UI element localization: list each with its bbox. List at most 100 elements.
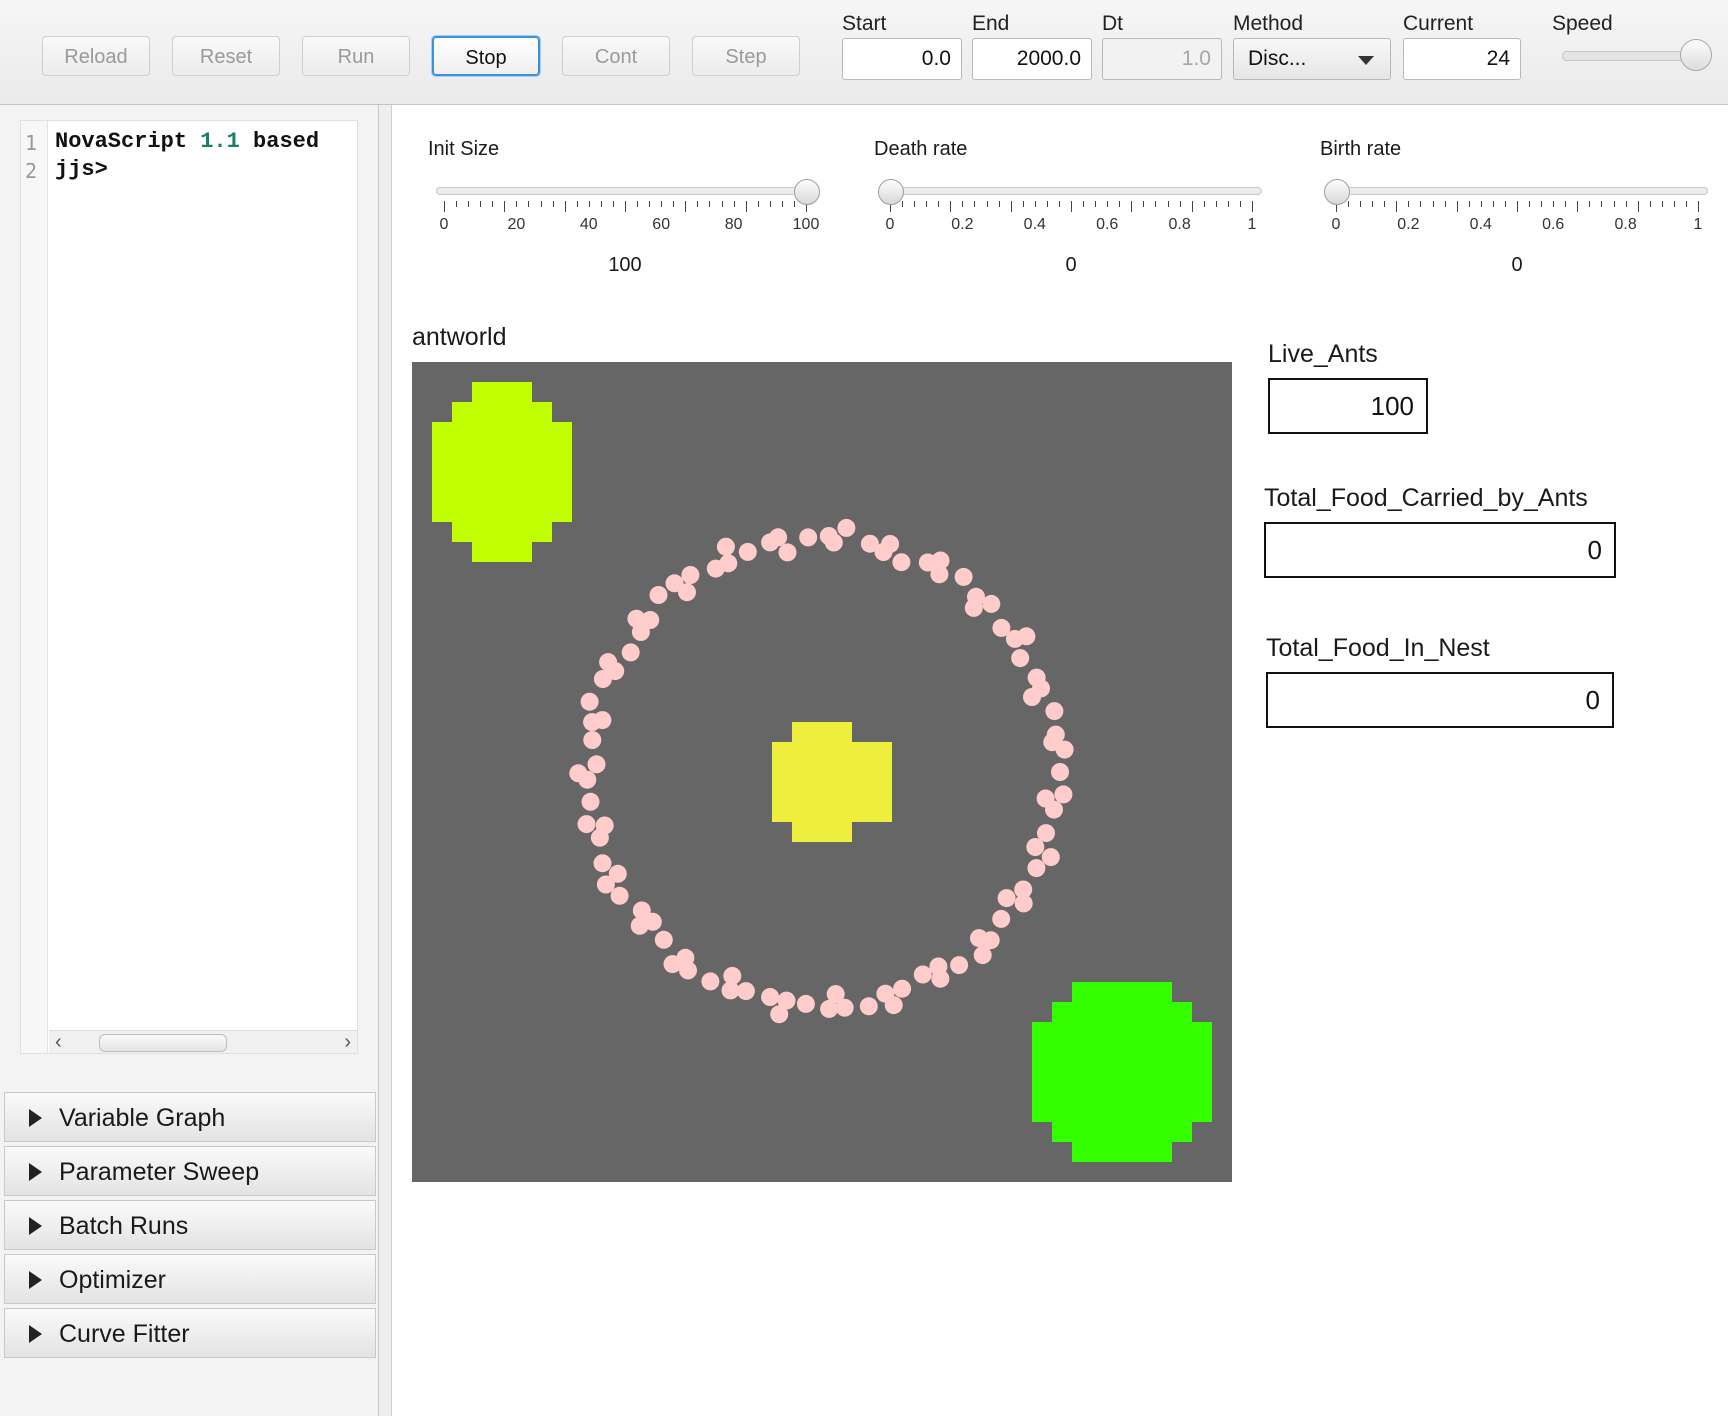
method-select[interactable]: Disc...: [1233, 38, 1391, 80]
slider-tick-label: 0: [885, 216, 895, 233]
slider-tick-label: 0.6: [1542, 216, 1565, 233]
ant: [1055, 740, 1074, 759]
scrollbar-thumb[interactable]: [99, 1034, 227, 1052]
ant: [824, 533, 843, 552]
slider-tick: [1553, 201, 1555, 207]
speed-label: Speed: [1552, 12, 1613, 35]
slider-tick: [793, 201, 795, 207]
ant: [892, 553, 911, 572]
slider-knob[interactable]: [878, 179, 904, 205]
slider-tick: [1034, 201, 1036, 207]
monitor-label-food-carried: Total_Food_Carried_by_Ants: [1264, 484, 1588, 512]
slider-tick: [1673, 201, 1675, 207]
cont-button[interactable]: Cont: [562, 36, 670, 76]
slider-tick: [1143, 201, 1145, 207]
slider-tick: [637, 201, 639, 207]
accordion-batch-runs[interactable]: Batch Runs: [4, 1200, 376, 1250]
accordion-curve-fitter[interactable]: Curve Fitter: [4, 1308, 376, 1358]
accordion-label: Batch Runs: [59, 1212, 189, 1240]
ant: [1014, 894, 1033, 913]
slider-tick: [1372, 201, 1374, 207]
slider-tick: [1155, 201, 1157, 207]
slider-value: 100: [608, 254, 642, 276]
slider-tick: [612, 201, 614, 207]
slider-tick: [1252, 201, 1253, 212]
slider-tick-label: 0.6: [1096, 216, 1119, 233]
slider-tick: [1022, 201, 1024, 207]
step-button[interactable]: Step: [692, 36, 800, 76]
slider-tick-label: 0.2: [951, 216, 974, 233]
dt-field[interactable]: 1.0: [1102, 38, 1222, 80]
ant: [799, 528, 818, 547]
slider-tick: [661, 201, 663, 207]
ant: [599, 653, 618, 672]
slider-tick: [1420, 201, 1422, 207]
ant: [678, 583, 696, 602]
accordion-parameter-sweep[interactable]: Parameter Sweep: [4, 1146, 376, 1196]
horizontal-scrollbar[interactable]: ‹ ›: [49, 1030, 357, 1053]
stop-button[interactable]: Stop: [432, 36, 540, 76]
slider-tick: [950, 201, 952, 212]
food-source-2: [1032, 982, 1212, 1162]
dt-label: Dt: [1102, 12, 1123, 35]
slider-tick: [1046, 201, 1048, 207]
code-number: 1.1: [200, 129, 240, 154]
reset-button[interactable]: Reset: [172, 36, 280, 76]
chevron-right-icon[interactable]: ›: [344, 1031, 351, 1053]
split-divider[interactable]: [379, 105, 392, 1416]
slider-tick: [1083, 201, 1085, 207]
chevron-left-icon[interactable]: ‹: [55, 1031, 62, 1053]
accordion-label: Curve Fitter: [59, 1320, 190, 1348]
monitor-food-carried: 0: [1264, 522, 1616, 578]
slider-tick: [902, 201, 904, 207]
ant: [641, 611, 660, 629]
ant: [876, 984, 895, 1003]
ant: [837, 518, 856, 537]
script-console[interactable]: 1 NovaScript 1.1 based 2 jjs> ‹ ›: [20, 120, 358, 1054]
slider-tick: [926, 201, 928, 207]
slider-track[interactable]: [882, 187, 1262, 195]
slider-tick: [1685, 201, 1687, 207]
ant: [716, 537, 735, 556]
current-field[interactable]: 24: [1403, 38, 1521, 80]
ant: [736, 982, 755, 1001]
ant: [770, 1005, 789, 1024]
console-line: NovaScript 1.1 based: [55, 129, 319, 154]
speed-slider-knob[interactable]: [1680, 39, 1712, 71]
slider-tick: [1601, 201, 1603, 207]
triangle-right-icon: [29, 1109, 42, 1127]
run-button[interactable]: Run: [302, 36, 410, 76]
slider-tick: [962, 201, 964, 207]
ant: [859, 997, 878, 1016]
console-line: jjs>: [55, 157, 108, 182]
slider-tick-label: 1: [1693, 216, 1703, 233]
slider-tick: [1468, 201, 1470, 207]
accordion-optimizer[interactable]: Optimizer: [4, 1254, 376, 1304]
slider-tick: [1191, 201, 1193, 212]
slider-track[interactable]: [1328, 187, 1708, 195]
slider-tick: [697, 201, 699, 207]
slider-tick: [974, 201, 976, 207]
ant: [608, 864, 627, 883]
reload-button[interactable]: Reload: [42, 36, 150, 76]
start-label: Start: [842, 12, 887, 35]
slider-knob[interactable]: [794, 179, 820, 205]
slider-tick: [516, 201, 518, 207]
slider-tick: [1565, 201, 1567, 207]
ant: [654, 930, 673, 949]
slider-track[interactable]: [436, 187, 816, 195]
start-field[interactable]: 0.0: [842, 38, 962, 80]
ant: [630, 916, 649, 935]
accordion-variable-graph[interactable]: Variable Graph: [4, 1092, 376, 1142]
slider-tick: [576, 201, 578, 207]
end-field[interactable]: 2000.0: [972, 38, 1092, 80]
slider-tick: [600, 201, 602, 207]
slider-knob[interactable]: [1324, 179, 1350, 205]
food-source-1: [432, 382, 572, 562]
ant: [973, 946, 992, 965]
ant: [701, 972, 720, 991]
ant: [964, 598, 983, 617]
slider-tick: [1131, 201, 1133, 212]
slider-tick: [1058, 201, 1060, 207]
slider-tick-label: 100: [792, 216, 820, 233]
